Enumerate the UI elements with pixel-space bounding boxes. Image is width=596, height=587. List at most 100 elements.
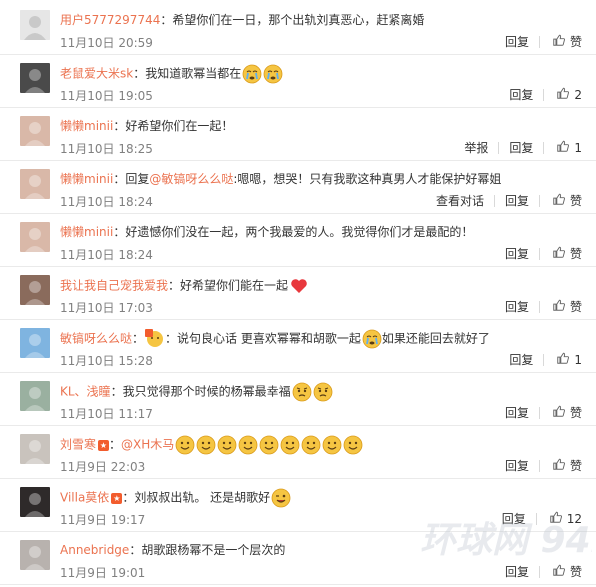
like-button[interactable]: 1 <box>544 139 582 156</box>
comment-actions: 回复 赞 <box>495 563 582 580</box>
like-count: 12 <box>566 511 582 526</box>
like-count: 赞 <box>569 565 582 579</box>
comment-list: 用户5777297744：希望你们在一日，那个出轨刘真恶心，赶紧离婚 11月10日… <box>0 0 596 587</box>
like-count: 1 <box>574 140 582 155</box>
like-count: 2 <box>574 87 582 102</box>
like-button[interactable]: 赞 <box>540 298 582 315</box>
comment-text: 好希望你们能在一起 <box>180 278 289 293</box>
colon-separator: ： <box>132 331 145 346</box>
username-link[interactable]: 懒懒minii <box>60 225 113 239</box>
reply-button[interactable]: 回复 <box>495 33 539 50</box>
smile-emoji-icon <box>259 435 279 455</box>
like-button[interactable]: 赞 <box>540 245 582 262</box>
sad-face-emoji-icon <box>292 382 312 402</box>
like-button[interactable]: 赞 <box>540 563 582 580</box>
username-link[interactable]: 敏镐呀么么哒 <box>60 332 132 346</box>
username-link[interactable]: 懒懒minii <box>60 119 113 133</box>
avatar[interactable] <box>20 540 50 570</box>
comment-actions: 回复 2 <box>499 86 582 103</box>
comment-actions: 举报 回复 1 <box>454 139 582 156</box>
view-conversation-button[interactable]: 查看对话 <box>426 192 494 209</box>
comment-line: Villa莫依 ★ ：刘叔叔出轨。 还是胡歌好 <box>60 488 291 508</box>
like-button[interactable]: 赞 <box>540 33 582 50</box>
comment-line: 敏镐呀么么哒： ：说句良心话 更喜欢幂幂和胡歌一起 如果还能回去就好了 <box>60 329 490 349</box>
avatar[interactable] <box>20 434 50 464</box>
smile-emoji-icon <box>238 435 258 455</box>
colon-separator: ： <box>113 225 126 239</box>
avatar[interactable] <box>20 275 50 305</box>
avatar[interactable] <box>20 487 50 517</box>
comment-line: 我让我自己宠我爱我：好希望你们能在一起 <box>60 276 309 296</box>
reply-button[interactable]: 回复 <box>499 139 543 156</box>
timestamp: 11月9日 19:17 <box>60 513 146 527</box>
comment-item: 懒懒minii：好遗憾你们没在一起，两个我最爱的人。我觉得你们才是最配的！ 11月… <box>0 214 596 267</box>
comment-line: 老鼠爱大米sk：我知道歌幂当都在 <box>60 64 283 84</box>
reply-button[interactable]: 回复 <box>499 86 543 103</box>
colon-separator: ： <box>110 384 123 399</box>
reply-button[interactable]: 回复 <box>495 457 539 474</box>
thumbs-up-icon <box>552 192 570 209</box>
avatar[interactable] <box>20 63 50 93</box>
timestamp: 11月9日 22:03 <box>60 460 146 474</box>
avatar[interactable] <box>20 222 50 252</box>
like-button[interactable]: 2 <box>544 86 582 103</box>
like-button[interactable]: 赞 <box>540 457 582 474</box>
username-link[interactable]: 懒懒minii <box>60 172 113 186</box>
sad-face-emoji-icon <box>313 382 333 402</box>
avatar[interactable] <box>20 10 50 40</box>
colon-separator: ： <box>122 490 135 505</box>
avatar[interactable] <box>20 169 50 199</box>
username-link[interactable]: Annebridge <box>60 543 129 557</box>
username-link[interactable]: Villa莫依 <box>60 491 109 505</box>
username-link[interactable]: 老鼠爱大米sk <box>60 67 133 81</box>
reply-button[interactable]: 回复 <box>492 510 536 527</box>
username-link[interactable]: KL、浅瞳 <box>60 385 111 399</box>
comment-line: 刘雪寒 ★ ：@XH木马 <box>60 435 363 455</box>
mention-link[interactable]: @XH木马 <box>121 438 174 452</box>
report-button[interactable]: 举报 <box>454 139 498 156</box>
comment-actions: 回复 赞 <box>495 33 582 50</box>
like-count: 赞 <box>569 247 582 261</box>
avatar[interactable] <box>20 381 50 411</box>
comment-text: 嗯嗯，想哭！只有我歌这种真男人才能保护好幂姐 <box>237 172 502 186</box>
like-count: 赞 <box>569 194 582 208</box>
comment-actions: 回复 赞 <box>495 404 582 421</box>
reply-button[interactable]: 回复 <box>495 298 539 315</box>
badge-face-emoji-icon <box>145 329 165 349</box>
mention-link[interactable]: @敏镐呀么么哒 <box>149 172 233 186</box>
comment-text: 说句良心话 更喜欢幂幂和胡歌一起 <box>177 331 361 346</box>
vip-badge-icon: ★ <box>98 439 110 451</box>
comment-actions: 回复 12 <box>492 510 582 527</box>
comment-text: 我知道歌幂当都在 <box>145 66 242 81</box>
cry-face-emoji-icon <box>362 329 382 349</box>
reply-button[interactable]: 回复 <box>495 404 539 421</box>
reply-button[interactable]: 回复 <box>495 192 539 209</box>
username-link[interactable]: 刘雪寒 <box>60 438 96 452</box>
like-button[interactable]: 12 <box>537 510 582 527</box>
comment-text: 好希望你们在一起！ <box>125 119 234 133</box>
username-link[interactable]: 我让我自己宠我爱我 <box>60 279 168 293</box>
thumbs-up-icon <box>552 245 570 262</box>
colon-separator: ： <box>129 543 142 557</box>
like-count: 赞 <box>569 406 582 420</box>
comment-item: 敏镐呀么么哒： ：说句良心话 更喜欢幂幂和胡歌一起 如果还能回去就好了 11月10日 … <box>0 320 596 373</box>
like-button[interactable]: 赞 <box>540 404 582 421</box>
reply-button[interactable]: 回复 <box>495 245 539 262</box>
like-button[interactable]: 1 <box>544 351 582 368</box>
reply-button[interactable]: 回复 <box>499 351 543 368</box>
like-button[interactable]: 赞 <box>540 192 582 209</box>
reply-prefix: 回复 <box>125 172 150 186</box>
colon-separator: ： <box>109 437 122 452</box>
comment-item: 懒懒minii：好希望你们在一起！ 11月10日 18:25 举报 回复 1 <box>0 108 596 161</box>
timestamp: 11月10日 11:17 <box>60 407 153 421</box>
avatar[interactable] <box>20 116 50 146</box>
thumbs-up-icon <box>556 139 574 156</box>
username-link[interactable]: 用户5777297744 <box>60 13 160 27</box>
timestamp: 11月10日 19:05 <box>60 89 153 103</box>
comment-item: Annebridge：胡歌跟杨幂不是一个层次的 11月9日 19:01 回复 赞 <box>0 532 596 585</box>
thumbs-up-icon <box>556 86 574 103</box>
thumbs-up-icon <box>552 298 570 315</box>
smile-emoji-icon <box>301 435 321 455</box>
reply-button[interactable]: 回复 <box>495 563 539 580</box>
avatar[interactable] <box>20 328 50 358</box>
